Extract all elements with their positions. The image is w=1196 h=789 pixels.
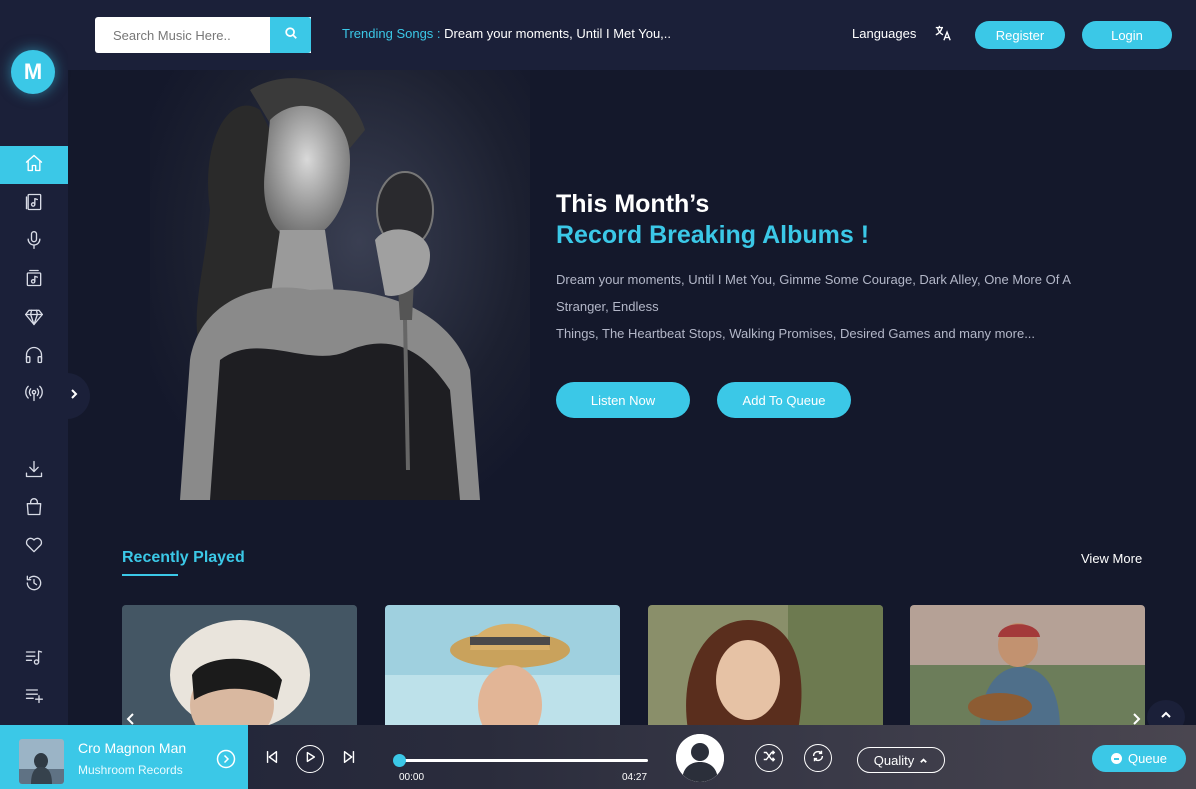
recently-played-title: Recently Played (122, 549, 245, 566)
playlist-icon (24, 647, 44, 672)
minus-circle-icon (1110, 753, 1122, 764)
search-button[interactable] (270, 17, 311, 53)
previous-button[interactable] (263, 750, 281, 768)
repeat-button[interactable] (804, 744, 832, 772)
microphone-icon (24, 230, 44, 255)
section-underline (122, 574, 178, 576)
sidebar-expand-button[interactable] (58, 373, 90, 419)
hero-description-line3: Things, The Heartbeat Stops, Walking Pro… (556, 326, 1036, 341)
download-icon (24, 459, 44, 484)
quality-label: Quality (873, 752, 915, 768)
shuffle-icon (762, 749, 776, 768)
repeat-icon (811, 749, 825, 768)
sidebar-item-genres[interactable] (0, 261, 68, 299)
skip-back-icon (264, 749, 280, 770)
album-card[interactable] (385, 605, 620, 730)
hero-singer-image (150, 70, 530, 500)
next-button[interactable] (340, 750, 358, 768)
shopping-bag-icon (24, 497, 44, 522)
trending-label: Trending Songs : (342, 26, 441, 41)
track-thumbnail (19, 739, 64, 784)
hero-title-line2: Record Breaking Albums ! (556, 221, 870, 249)
play-circle-icon (216, 749, 236, 773)
play-icon (303, 750, 317, 769)
search-icon (284, 26, 298, 45)
sidebar-item-home[interactable] (0, 146, 68, 184)
skip-forward-icon (341, 749, 357, 770)
heart-icon (24, 535, 44, 560)
sidebar: M (0, 0, 90, 789)
total-time: 04:27 (622, 772, 648, 783)
home-icon (24, 153, 44, 178)
album-card[interactable] (122, 605, 357, 730)
sidebar-item-top-tracks[interactable] (0, 300, 68, 338)
shuffle-button[interactable] (755, 744, 783, 772)
listen-now-button[interactable]: Listen Now (556, 382, 690, 418)
queue-button[interactable]: Queue (1092, 745, 1186, 772)
trending-value[interactable]: Dream your moments, Until I Met You,.. (444, 26, 671, 41)
track-play-button[interactable] (216, 749, 236, 769)
top-bar: Search Music Here.. Trending Songs : Dre… (68, 0, 1196, 70)
now-playing: Cro Magnon Man Mushroom Records (0, 725, 248, 789)
track-title: Cro Magnon Man (78, 740, 187, 756)
album-card[interactable] (648, 605, 883, 730)
album-icon (24, 192, 44, 217)
chevron-up-icon (1160, 708, 1172, 726)
history-icon (24, 573, 44, 598)
register-button[interactable]: Register (975, 21, 1065, 49)
sidebar-item-albums[interactable] (0, 185, 68, 223)
queue-label: Queue (1127, 751, 1168, 766)
languages-button[interactable]: Languages (852, 26, 916, 41)
sidebar-item-downloads[interactable] (0, 452, 68, 490)
hero-description-line2: Stranger, Endless (556, 299, 659, 314)
search-placeholder: Search Music Here.. (113, 27, 231, 43)
hero-description-line1: Dream your moments, Until I Met You, Gim… (556, 272, 1071, 287)
quality-dropdown[interactable]: Quality (857, 747, 945, 773)
sidebar-item-featured-playlist[interactable] (0, 640, 68, 678)
translate-icon[interactable] (934, 24, 954, 44)
sidebar-item-purchased[interactable] (0, 490, 68, 528)
add-playlist-icon (24, 685, 44, 710)
headphones-icon (24, 345, 44, 370)
view-more-link[interactable]: View More (1081, 551, 1142, 566)
chevron-right-icon (68, 387, 80, 405)
progress-handle[interactable] (393, 754, 406, 767)
chevron-up-icon (919, 753, 928, 768)
sidebar-item-create-playlist[interactable] (0, 678, 68, 716)
hero-description: Dream your moments, Until I Met You, Gim… (556, 266, 1116, 347)
diamond-icon (24, 307, 44, 332)
hero-title-line1: This Month’s (556, 190, 710, 218)
logo[interactable]: M (11, 50, 55, 94)
progress-track[interactable] (398, 759, 648, 762)
album-card[interactable] (910, 605, 1145, 730)
add-to-queue-button[interactable]: Add To Queue (717, 382, 851, 418)
user-avatar[interactable] (676, 734, 724, 782)
trending-songs: Trending Songs : Dream your moments, Unt… (342, 26, 671, 41)
login-button[interactable]: Login (1082, 21, 1172, 49)
broadcast-icon (24, 383, 44, 408)
play-button[interactable] (296, 745, 324, 773)
sidebar-item-history[interactable] (0, 566, 68, 604)
sidebar-item-favourites[interactable] (0, 528, 68, 566)
sidebar-item-free-music[interactable] (0, 338, 68, 376)
current-time: 00:00 (399, 772, 425, 783)
sidebar-item-artists[interactable] (0, 223, 68, 261)
logo-letter: M (23, 59, 43, 84)
track-label: Mushroom Records (78, 763, 183, 777)
music-box-icon (24, 268, 44, 293)
